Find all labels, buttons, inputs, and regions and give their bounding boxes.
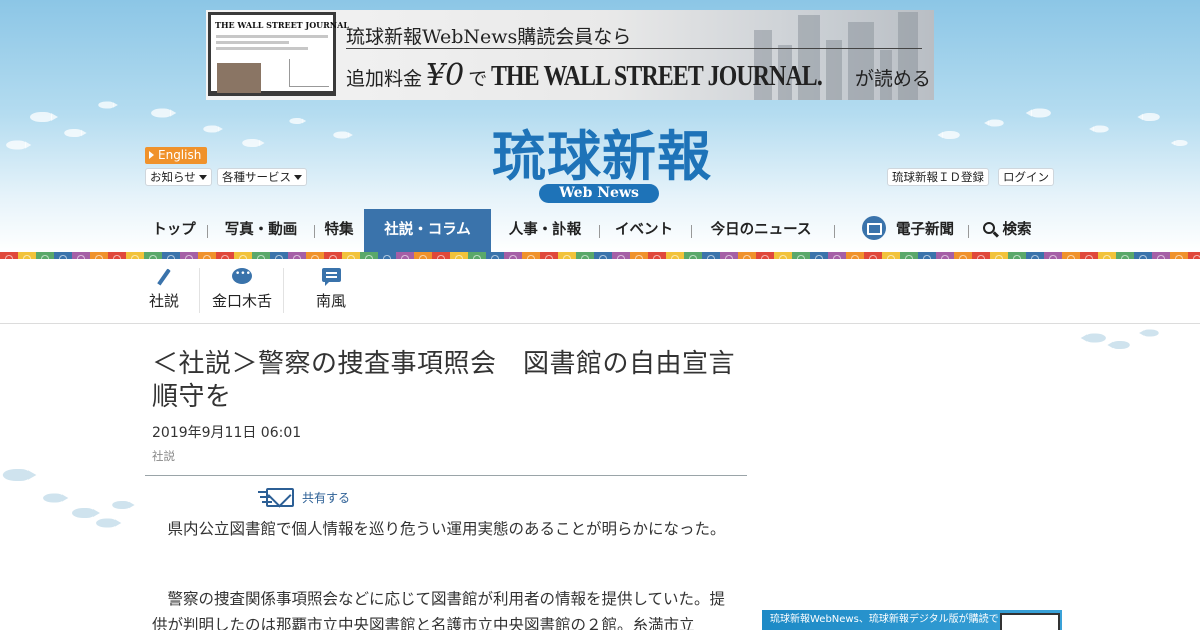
subnav-kinkuchi-label: 金口木舌 xyxy=(211,292,272,310)
chevron-down-icon xyxy=(294,175,302,180)
wsj-logo-text: THE WALL STREET JOURNAL. xyxy=(491,60,823,92)
subnav-divider xyxy=(283,268,284,313)
laptop-image: THE WALL STREET JOURNAL xyxy=(206,10,349,100)
comment-icon xyxy=(321,268,341,286)
ad-banner-wsj[interactable]: THE WALL STREET JOURNAL 琉球新報WebNews購読会員な… xyxy=(206,10,934,100)
article-divider xyxy=(145,475,747,476)
ad-suffix: が読める xyxy=(854,68,931,90)
subnav-haebaru[interactable]: 南風 xyxy=(306,268,356,316)
ad-prefix: 追加料金 xyxy=(346,68,423,90)
decorative-fish xyxy=(1086,333,1106,343)
id-register-label: 琉球新報ＩＤ登録 xyxy=(892,170,984,184)
article-title: ＜社説＞警察の捜査事項照会 図書館の自由宣言順守を xyxy=(152,349,736,412)
decorative-wave-band xyxy=(0,252,1200,259)
notice-dropdown[interactable]: お知らせ xyxy=(145,168,212,186)
site-logo[interactable]: 琉球新報 xyxy=(452,112,752,191)
decorative-fish xyxy=(1112,341,1130,349)
services-dropdown[interactable]: 各種サービス xyxy=(217,168,307,186)
side-ad-text: 琉球新報WebNews、琉球新報デジタル版が購読できる xyxy=(770,614,1019,625)
share-label: 共有する xyxy=(302,491,351,505)
subnav-editorial-label: 社説 xyxy=(148,292,179,310)
nav-digital-paper-label: 電子新聞 xyxy=(896,222,954,238)
nav-photo-video[interactable]: 写真・動画 xyxy=(221,209,301,252)
nav-top[interactable]: トップ xyxy=(150,209,198,252)
ad-subline: 追加料金 ¥0 で THE WALL STREET JOURNAL. が読める xyxy=(346,60,931,93)
decorative-fish xyxy=(43,493,69,503)
article-paragraph: 県内公立図書館で個人情報を巡り危うい運用実態のあることが明らかになった。 xyxy=(152,520,726,538)
ad-price: ¥0 xyxy=(426,58,465,93)
chevron-down-icon xyxy=(198,175,207,180)
decorative-fish xyxy=(2,469,37,481)
decorative-fish xyxy=(1143,329,1159,337)
nav-personnel-obituary[interactable]: 人事・訃報 xyxy=(505,209,585,252)
tablet-image xyxy=(1000,613,1060,630)
subnav-kinkuchi-bokuzetsu[interactable]: 金口木舌 xyxy=(206,268,278,316)
nav-search[interactable]: 検索 xyxy=(980,209,1034,252)
main-nav: トップ 写真・動画 特集 社説・コラム 人事・訃報 イベント 今日のニュース 電… xyxy=(145,209,1055,252)
subnav-divider-line xyxy=(0,323,1200,324)
nav-search-label: 検索 xyxy=(1002,222,1032,238)
search-icon xyxy=(982,222,995,234)
subnav-haebaru-label: 南風 xyxy=(315,292,346,310)
web-news-badge: Web News xyxy=(539,184,659,203)
article-date: 2019年9月11日 06:01 xyxy=(152,425,302,441)
nav-digital-paper[interactable]: 電子新聞 xyxy=(854,209,962,252)
decorative-fish xyxy=(96,518,122,528)
article-category[interactable]: 社説 xyxy=(152,448,175,464)
notice-label: お知らせ xyxy=(150,170,196,184)
subnav-editorial[interactable]: 社説 xyxy=(144,268,184,316)
side-ad-banner[interactable]: 琉球新報WebNews、琉球新報デジタル版が購読できる xyxy=(762,610,1062,630)
speech-bubble-icon xyxy=(232,268,252,284)
english-label: English xyxy=(158,148,202,162)
nav-editorial-column[interactable]: 社説・コラム xyxy=(364,209,491,252)
services-label: 各種サービス xyxy=(222,170,291,184)
envelope-icon xyxy=(266,488,294,507)
decorative-fish xyxy=(72,508,100,518)
ad-headline: 琉球新報WebNews購読会員なら xyxy=(346,26,632,48)
ad-divider xyxy=(346,48,922,49)
login-label: ログイン xyxy=(1003,170,1049,184)
digital-paper-icon xyxy=(862,216,886,240)
login-link[interactable]: ログイン xyxy=(998,168,1054,186)
nav-events[interactable]: イベント xyxy=(612,209,676,252)
subnav-divider xyxy=(199,268,200,313)
decorative-fish xyxy=(112,501,135,509)
pen-icon xyxy=(157,268,171,286)
nav-feature[interactable]: 特集 xyxy=(322,209,356,252)
play-arrow-icon xyxy=(149,151,154,159)
english-button[interactable]: English xyxy=(145,147,207,164)
id-register-link[interactable]: 琉球新報ＩＤ登録 xyxy=(887,168,989,186)
nav-todays-news[interactable]: 今日のニュース xyxy=(707,209,815,252)
share-button[interactable]: 共有する xyxy=(258,487,350,509)
article-paragraph: 警察の捜査関係事項照会などに応じて図書館が利用者の情報を提供していた。提供が判明… xyxy=(152,590,726,630)
ad-particle: で xyxy=(468,68,488,90)
laptop-screen-title: THE WALL STREET JOURNAL xyxy=(215,20,349,30)
